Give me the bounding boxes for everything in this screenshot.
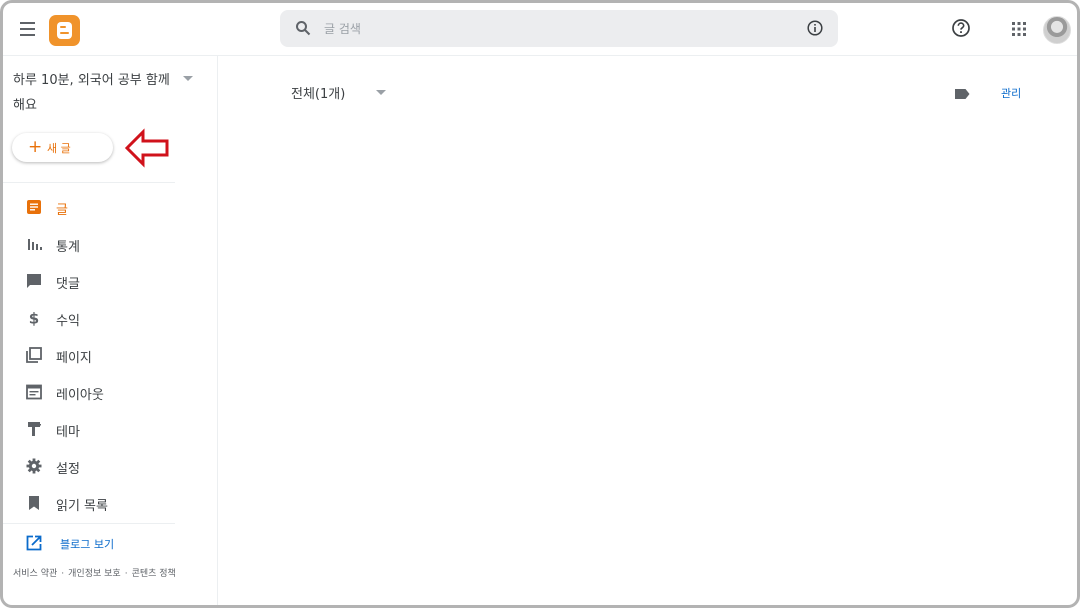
sidebar-item-pages[interactable]: 페이지: [3, 336, 217, 373]
sidebar-item-label: 통계: [56, 240, 80, 255]
sidebar-item-label: 설정: [56, 462, 80, 477]
view-blog-label: 블로그 보기: [60, 538, 115, 551]
divider: [3, 523, 175, 524]
label-icon[interactable]: [953, 85, 971, 103]
sidebar-item-label: 테마: [56, 425, 80, 440]
comments-icon: [27, 274, 41, 288]
info-icon[interactable]: [807, 20, 823, 36]
sidebar-item-layout[interactable]: 레이아웃: [3, 373, 217, 410]
bookmark-icon: [29, 496, 39, 510]
divider: [3, 182, 175, 183]
privacy-link[interactable]: 개인정보 보호: [68, 569, 121, 579]
stats-icon: [28, 239, 42, 250]
sidebar-item-label: 읽기 목록: [56, 499, 108, 514]
posts-icon: [27, 200, 41, 214]
blogger-logo-icon[interactable]: [49, 15, 80, 46]
new-post-button[interactable]: + 새 글: [12, 133, 113, 162]
sidebar-item-earnings[interactable]: $ 수익: [3, 299, 217, 336]
dollar-icon: $: [29, 310, 39, 328]
help-icon[interactable]: [951, 18, 971, 38]
open-in-new-icon: [26, 535, 42, 551]
search-icon[interactable]: [295, 20, 311, 36]
theme-icon: [28, 422, 41, 436]
avatar[interactable]: [1043, 16, 1071, 44]
search-bar: [280, 10, 838, 47]
apps-grid-icon[interactable]: [1011, 21, 1027, 37]
sidebar: 하루 10분, 외국어 공부 함께 해요 + 새 글 글 통계 댓글 $ 수익 …: [3, 56, 218, 605]
footer-links: 서비스 약관 · 개인정보 보호 · 콘텐츠 정책: [13, 566, 176, 579]
sidebar-item-label: 레이아웃: [56, 388, 104, 403]
view-blog-link[interactable]: 블로그 보기: [3, 530, 217, 556]
sidebar-item-label: 수익: [56, 314, 80, 329]
terms-link[interactable]: 서비스 약관: [13, 569, 57, 579]
search-input[interactable]: [322, 18, 766, 40]
sidebar-item-stats[interactable]: 통계: [3, 225, 217, 262]
footer-separator: ·: [124, 569, 128, 579]
footer-separator: ·: [61, 569, 65, 579]
app-window: 하루 10분, 외국어 공부 함께 해요 + 새 글 글 통계: [0, 0, 1080, 608]
gear-icon: [26, 458, 42, 474]
post-filter-select[interactable]: 전체(1개): [291, 83, 345, 102]
menu-icon[interactable]: [17, 18, 39, 40]
filter-chevron-down-icon[interactable]: [376, 90, 386, 95]
top-bar: [3, 3, 1077, 56]
sidebar-item-label: 댓글: [56, 277, 80, 292]
sidebar-item-label: 글: [56, 203, 68, 218]
new-post-label: 새 글: [47, 142, 71, 155]
plus-icon: +: [28, 137, 43, 157]
sidebar-item-label: 페이지: [56, 351, 92, 366]
manage-button[interactable]: 관리: [1001, 85, 1021, 101]
sidebar-nav: 글 통계 댓글 $ 수익 페이지 레이아웃 테마 설정 읽기 목록: [3, 188, 217, 521]
annotation-arrow-icon: [124, 128, 169, 168]
sidebar-item-posts[interactable]: 글: [3, 188, 217, 225]
sidebar-item-settings[interactable]: 설정: [3, 447, 217, 484]
blog-title[interactable]: 하루 10분, 외국어 공부 함께 해요: [13, 68, 173, 118]
content-policy-link[interactable]: 콘텐츠 정책: [132, 569, 176, 579]
sidebar-item-comments[interactable]: 댓글: [3, 262, 217, 299]
layout-icon: [26, 384, 42, 400]
sidebar-item-theme[interactable]: 테마: [3, 410, 217, 447]
svg-text:$: $: [29, 310, 39, 328]
blog-switcher-chevron-down-icon[interactable]: [183, 76, 193, 81]
sidebar-item-reading-list[interactable]: 읽기 목록: [3, 484, 217, 521]
pages-icon: [26, 347, 42, 363]
